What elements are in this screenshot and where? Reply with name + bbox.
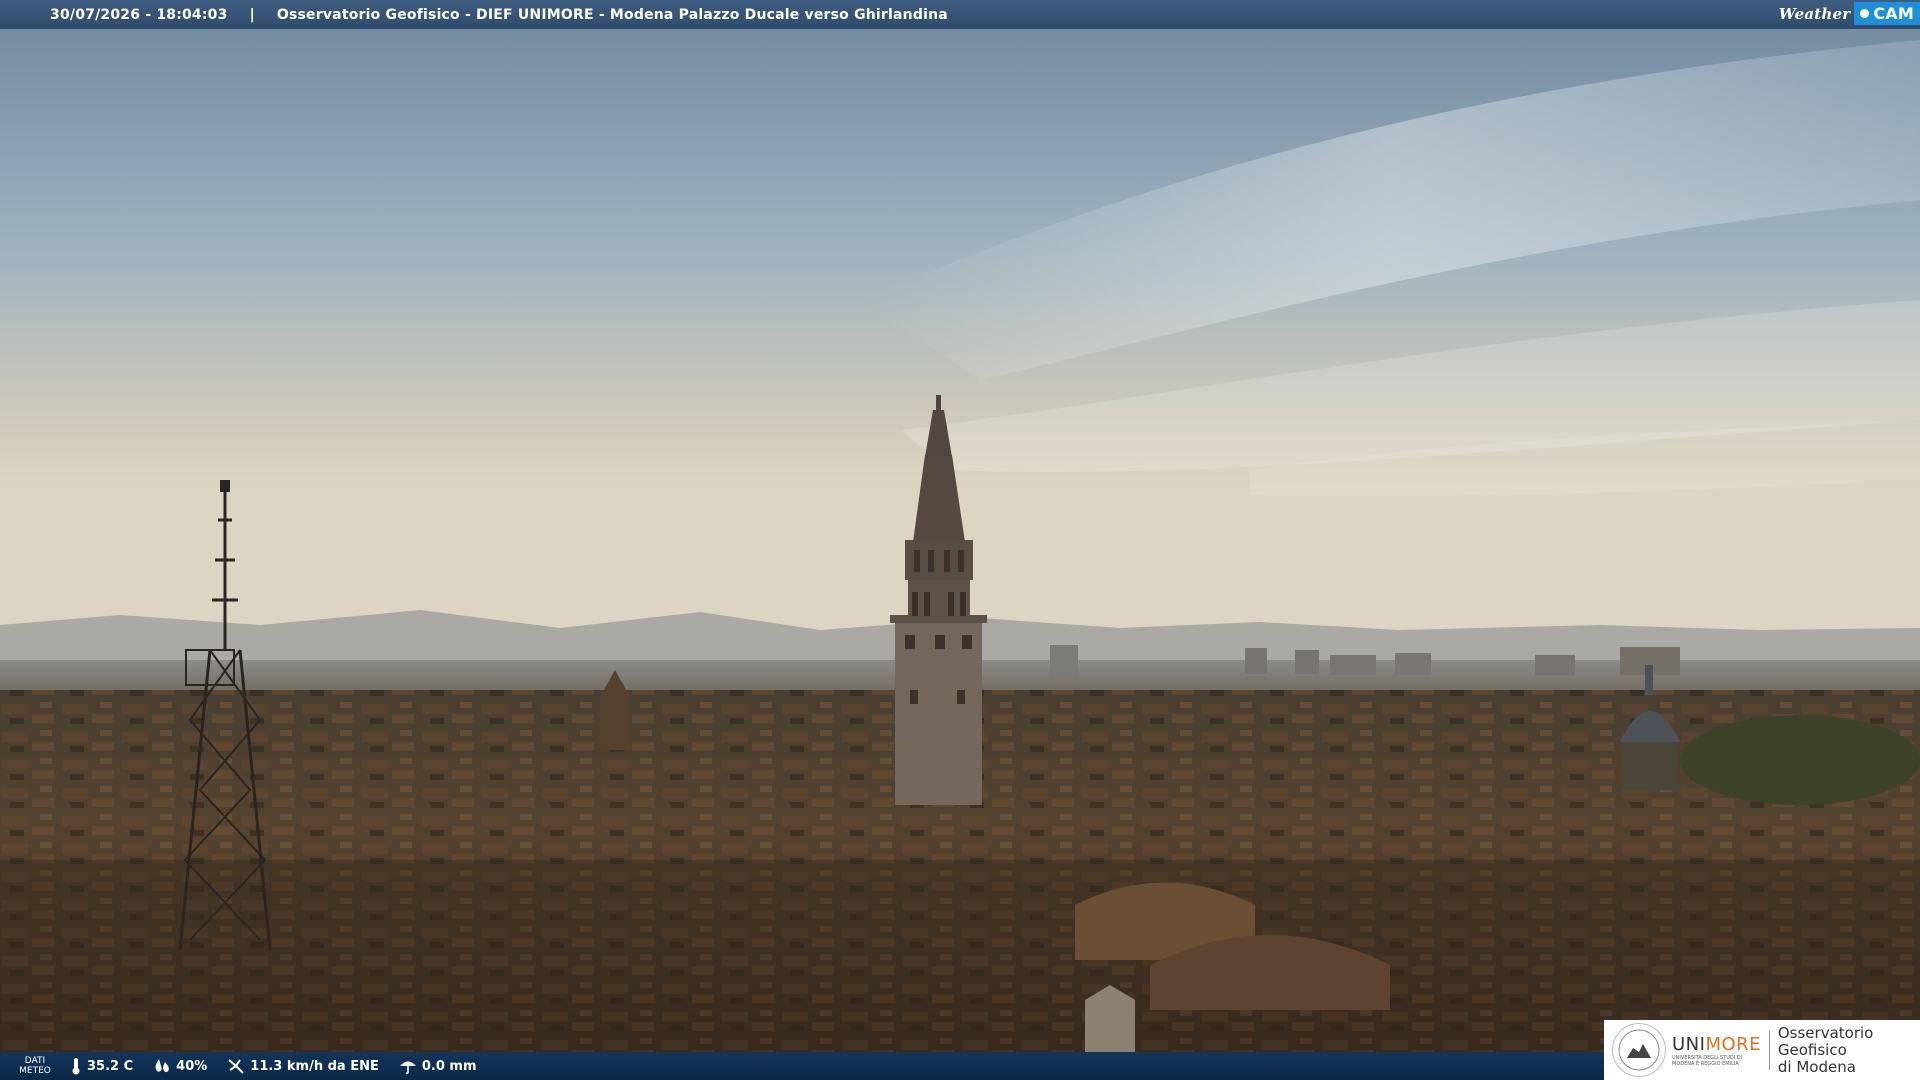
title-separator: | — [249, 6, 255, 23]
observatory-name-line2: di Modena — [1777, 1057, 1856, 1076]
observatory-name-line1: Osservatorio Geofisico — [1777, 1023, 1874, 1059]
umbrella-icon — [399, 1061, 416, 1075]
unimore-name-prefix: UNI — [1672, 1033, 1706, 1055]
camera-title: Osservatorio Geofisico - DIEF UNIMORE - … — [276, 6, 948, 23]
wind-vane-icon — [228, 1059, 244, 1074]
webcam-frame: 30/07/2026 - 18:04:03 | Osservatorio Geo… — [0, 0, 1920, 1080]
camera-dot-icon — [1860, 9, 1870, 18]
humidity-value: 40% — [176, 1058, 208, 1074]
wind-reading: 11.3 km/h da ENE — [227, 1057, 379, 1075]
weathercam-logo-weather: Weather — [1778, 4, 1851, 23]
unimore-name-suffix: MORE — [1705, 1033, 1762, 1055]
timestamp: 30/07/2026 - 18:04:03 — [50, 6, 228, 23]
logo-divider — [1769, 1030, 1770, 1070]
unimore-logo: UNIMORE UNIVERSITÀ DEGLI STUDI DI MODENA… — [1604, 1020, 1920, 1080]
title-bar: 30/07/2026 - 18:04:03 | Osservatorio Geo… — [0, 0, 1920, 29]
weathercam-logo-cam: CAM — [1854, 2, 1920, 25]
humidity-reading: 40% — [153, 1057, 207, 1075]
unimore-name: UNIMORE — [1672, 1034, 1761, 1055]
observatory-name: Osservatorio Geofisico di Modena — [1777, 1023, 1920, 1076]
weathercam-logo-cam-text: CAM — [1873, 4, 1914, 23]
wind-value: 11.3 km/h da ENE — [250, 1058, 379, 1074]
thermometer-icon — [72, 1058, 80, 1075]
rain-reading: 0.0 mm — [399, 1057, 477, 1075]
unimore-wordmark: UNIMORE UNIVERSITÀ DEGLI STUDI DI MODENA… — [1672, 1034, 1761, 1067]
weather-data-label-line1: DATI — [24, 1056, 46, 1066]
unimore-subtitle-line2: MODENA E REGGIO EMILIA — [1672, 1060, 1739, 1067]
webcam-image — [0, 0, 1920, 1052]
weathercam-logo: Weather CAM — [1779, 0, 1920, 27]
humidity-drops-icon — [155, 1059, 169, 1073]
temperature-reading: 35.2 C — [70, 1057, 133, 1075]
rain-value: 0.0 mm — [421, 1058, 477, 1074]
weather-data-label: DATI METEO — [0, 1056, 70, 1076]
university-seal-icon — [1612, 1023, 1666, 1077]
weather-data-label-line2: METEO — [19, 1066, 51, 1076]
temperature-value: 35.2 C — [87, 1058, 134, 1074]
